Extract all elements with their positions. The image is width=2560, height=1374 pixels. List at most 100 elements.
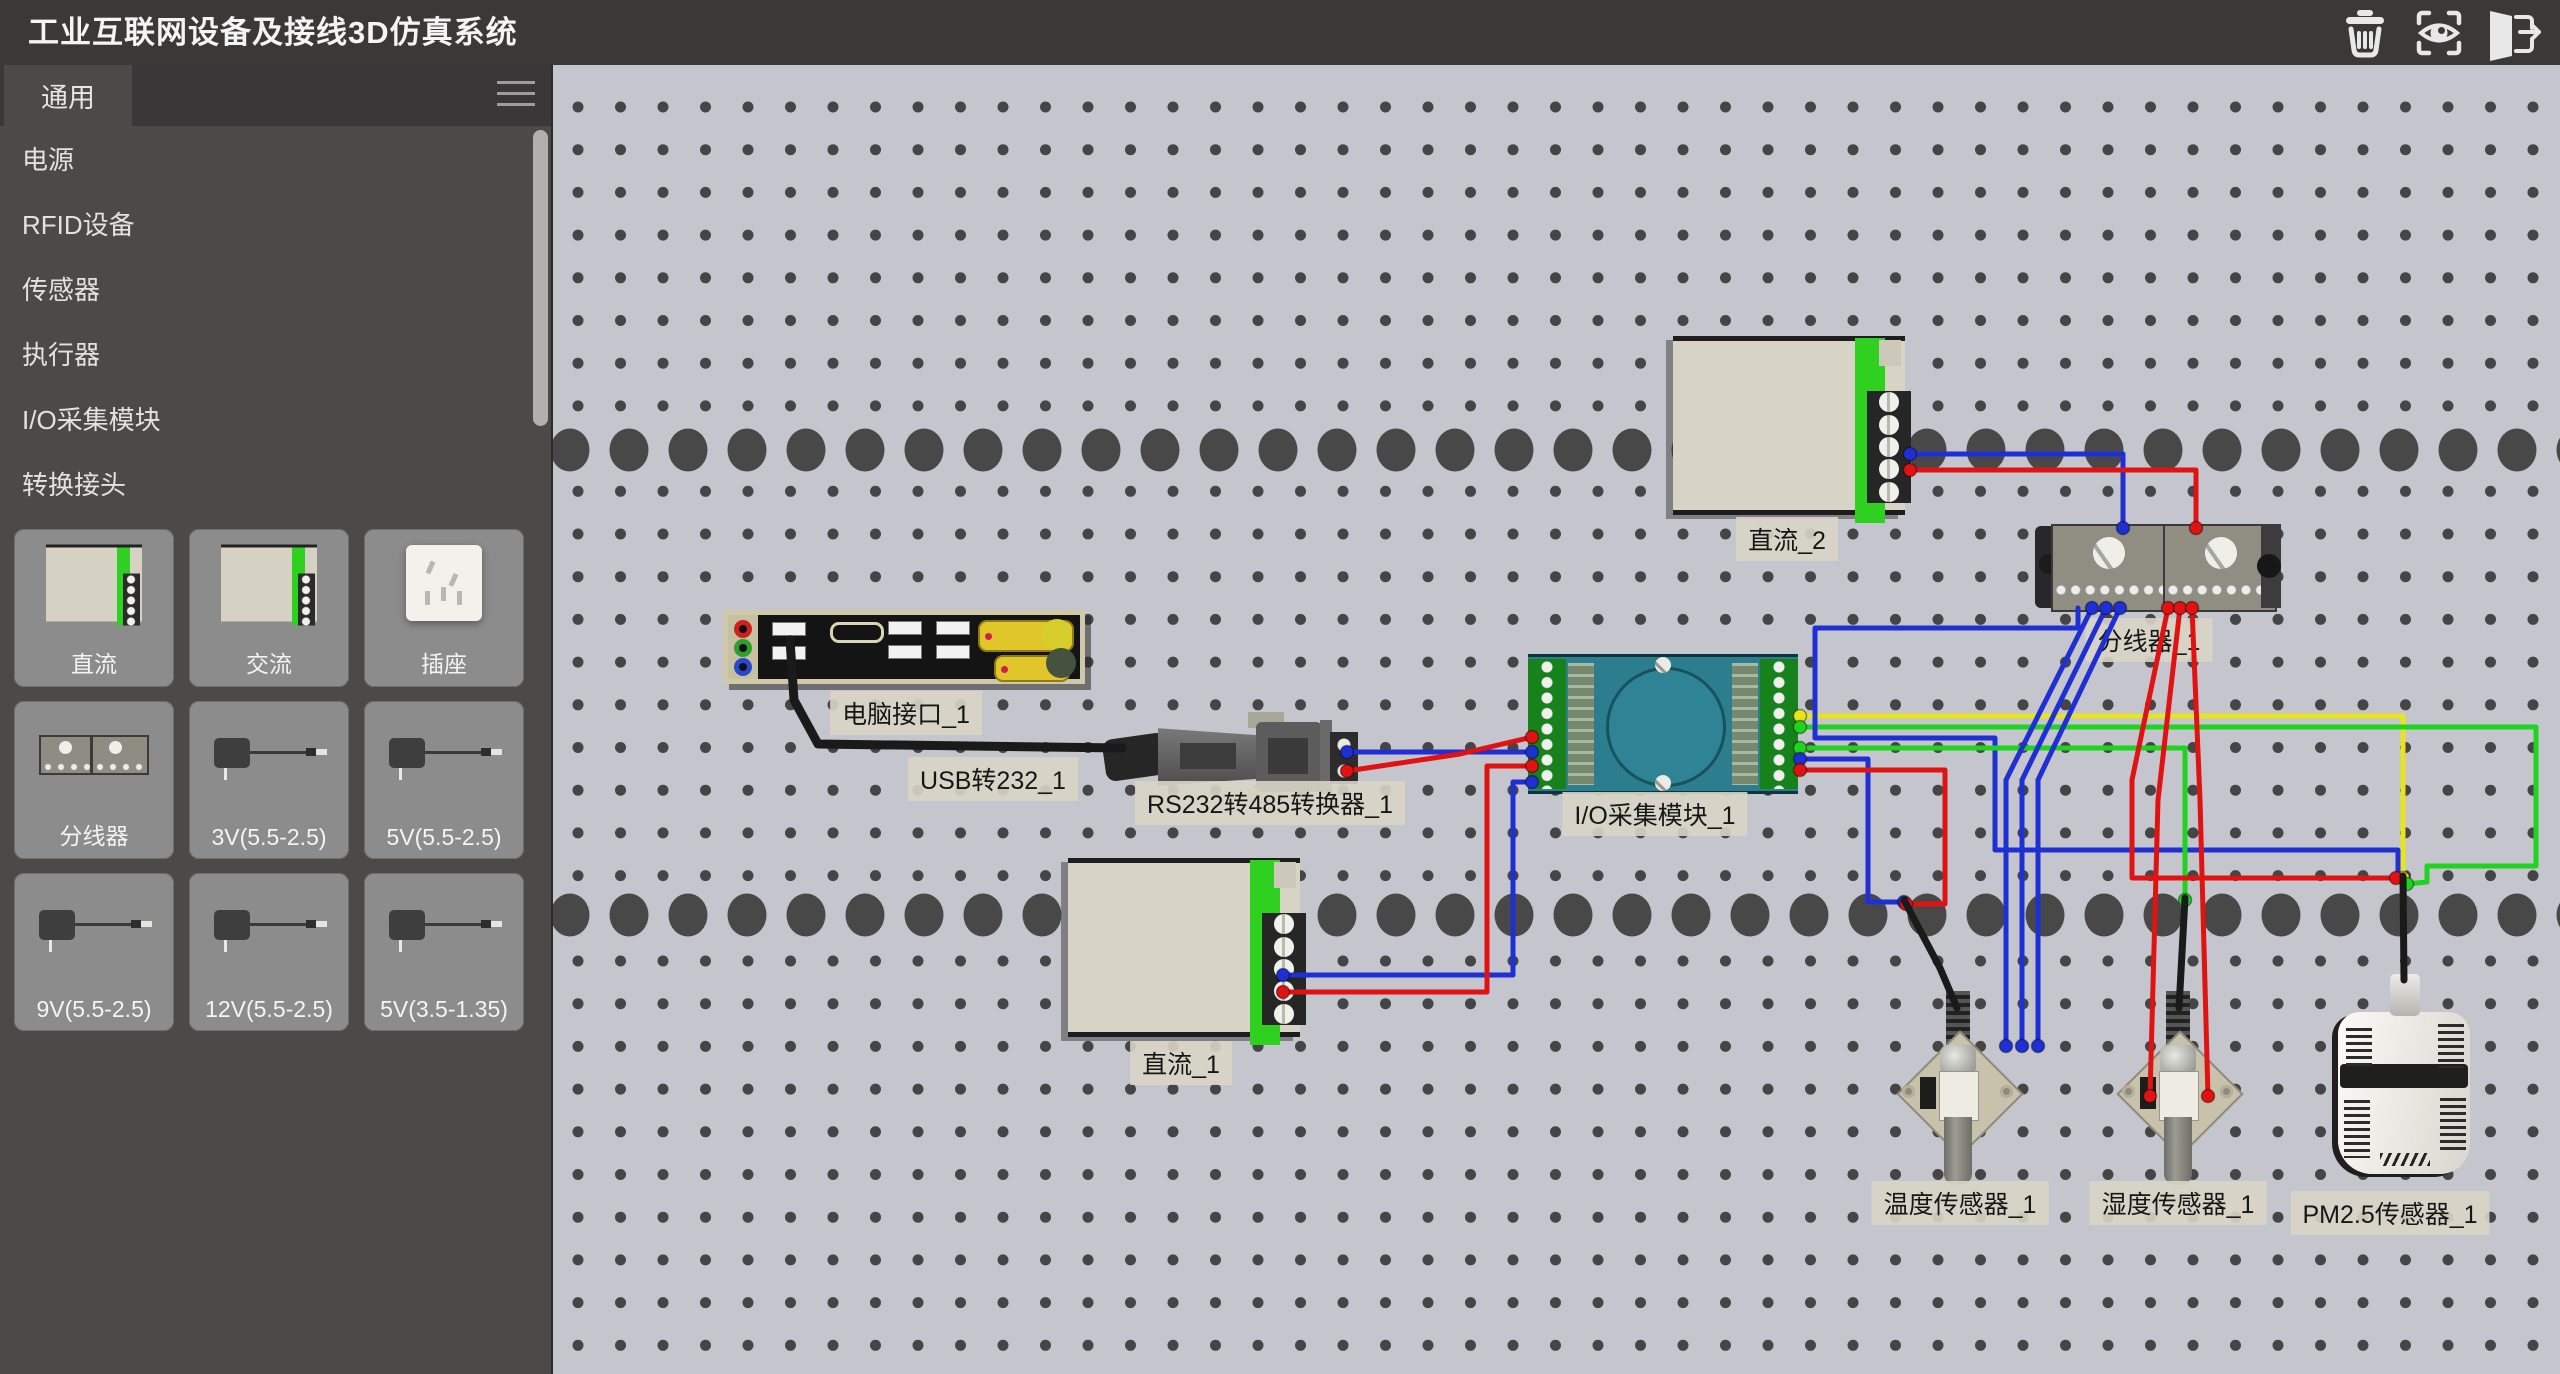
io-screw-bottom xyxy=(1655,775,1671,791)
sidebar-scrollbar-thumb[interactable] xyxy=(533,130,548,426)
device-label-pc-port: 电脑接口_1 xyxy=(830,691,982,735)
wire-black-21[interactable] xyxy=(2403,876,2404,980)
usb-port[interactable] xyxy=(888,645,922,659)
pm25-cable-nub xyxy=(2390,974,2420,1016)
sidebar-item-actuators[interactable]: 执行器 xyxy=(0,323,520,388)
device-temp-sensor-1[interactable] xyxy=(1898,985,2018,1195)
wire-red-5[interactable] xyxy=(1347,737,1532,771)
component-adapter-5v-small[interactable]: 5V(3.5-1.35) xyxy=(364,873,524,1031)
toolbar xyxy=(2334,6,2544,60)
category-menu: 电源RFID设备传感器执行器I/O采集模块转换接头 xyxy=(0,128,520,518)
pc-io-shield xyxy=(728,615,1080,679)
exit-icon xyxy=(2482,5,2544,61)
ps2-round-port xyxy=(1042,619,1072,649)
device-pc-port-1[interactable] xyxy=(723,610,1085,684)
pm25-vent xyxy=(2344,1100,2370,1158)
rs485-terminal-block[interactable] xyxy=(1330,732,1358,784)
trash-icon xyxy=(2337,5,2393,61)
wire-blue-13[interactable] xyxy=(2022,608,2106,1046)
splitter-icon xyxy=(39,735,149,775)
component-label: 交流 xyxy=(189,645,349,679)
io-module-disc xyxy=(1606,667,1726,787)
wire-green-7[interactable] xyxy=(1800,727,2536,884)
component-dc[interactable]: 直流 xyxy=(14,529,174,687)
audio-jack-red[interactable] xyxy=(734,620,752,638)
component-label: 3V(5.5-2.5) xyxy=(189,824,349,851)
splitter-right-cap xyxy=(2261,524,2281,608)
wire-blue-12[interactable] xyxy=(2006,608,2092,1046)
audio-jack-green[interactable] xyxy=(734,639,752,657)
component-label: 5V(5.5-2.5) xyxy=(364,824,524,851)
sidebar-item-io-modules[interactable]: I/O采集模块 xyxy=(0,388,520,453)
device-dc-power-1[interactable] xyxy=(1068,858,1300,1037)
reset-view-button[interactable] xyxy=(2408,6,2470,60)
dc-terminal-block[interactable] xyxy=(1262,913,1306,1025)
wire-yellow-6[interactable] xyxy=(1800,716,2403,878)
device-label-temp: 温度传感器_1 xyxy=(1872,1181,2049,1225)
device-dc-power-2[interactable] xyxy=(1673,336,1905,515)
ps2-slot xyxy=(830,622,884,643)
mount-hole xyxy=(2220,1085,2233,1098)
probe-shaft xyxy=(1944,1117,1972,1185)
adapter-icon xyxy=(381,726,507,784)
socket-icon xyxy=(406,545,482,621)
component-adapter-5v[interactable]: 5V(5.5-2.5) xyxy=(364,701,524,859)
probe-body xyxy=(1939,1071,1979,1121)
usb-port[interactable] xyxy=(936,645,970,659)
wire-blue-14[interactable] xyxy=(2038,608,2120,1046)
usb-port[interactable] xyxy=(936,621,970,635)
wire-green-9[interactable] xyxy=(1800,748,2185,900)
db9-hood[interactable] xyxy=(1158,727,1260,787)
io-terminal-strip-left[interactable] xyxy=(1528,659,1566,789)
sidebar-item-rfid-devices[interactable]: RFID设备 xyxy=(0,193,520,258)
audio-jack-blue[interactable] xyxy=(734,658,752,676)
view-reset-icon xyxy=(2411,5,2467,61)
sidebar-tabstrip: 通用 xyxy=(0,65,551,126)
wire-connector-dot xyxy=(2401,878,2414,891)
wire-connector-dot xyxy=(1898,896,1911,909)
usb-port[interactable] xyxy=(888,621,922,635)
sidebar-item-adapters[interactable]: 转换接头 xyxy=(0,453,520,518)
adapter-icon xyxy=(206,726,332,784)
device-label-splitter: 分线器_1 xyxy=(2086,618,2213,662)
device-splitter-1[interactable] xyxy=(2047,524,2273,608)
wire-connector-dot xyxy=(2397,872,2410,885)
wire-blue-10[interactable] xyxy=(1800,759,1904,902)
device-label-usb232: USB转232_1 xyxy=(908,757,1078,801)
component-label: 9V(5.5-2.5) xyxy=(14,996,174,1023)
splitter-block-left[interactable] xyxy=(2051,524,2165,612)
component-grid: 直流交流插座分线器 3V(5.5-2.5) 5V(5.5-2.5) 9V(5.5-2.… xyxy=(14,529,524,1031)
pm25-vent xyxy=(2440,1098,2466,1152)
io-terminal-strip-right[interactable] xyxy=(1760,659,1798,789)
adapter-icon xyxy=(206,898,332,956)
component-adapter-9v[interactable]: 9V(5.5-2.5) xyxy=(14,873,174,1031)
component-ac[interactable]: 交流 xyxy=(189,529,349,687)
component-adapter-3v[interactable]: 3V(5.5-2.5) xyxy=(189,701,349,859)
probe-body xyxy=(2159,1071,2199,1121)
device-humidity-sensor-1[interactable] xyxy=(2118,985,2238,1195)
device-io-module-1[interactable] xyxy=(1528,654,1798,794)
usb-port[interactable] xyxy=(772,622,806,636)
component-adapter-12v[interactable]: 12V(5.5-2.5) xyxy=(189,873,349,1031)
usb-port[interactable] xyxy=(772,646,806,660)
component-label: 5V(3.5-1.35) xyxy=(364,996,524,1023)
wire-blue-0[interactable] xyxy=(1910,454,2123,528)
component-splitter[interactable]: 分线器 xyxy=(14,701,174,859)
adapter-icon xyxy=(31,898,157,956)
menu-icon[interactable] xyxy=(497,81,535,111)
app-title: 工业互联网设备及接线3D仿真系统 xyxy=(28,0,518,65)
device-pm25-sensor-1[interactable] xyxy=(2338,1012,2470,1174)
exit-button[interactable] xyxy=(2482,6,2544,60)
component-socket[interactable]: 插座 xyxy=(364,529,524,687)
tab-general[interactable]: 通用 xyxy=(4,65,132,126)
mount-hole xyxy=(2000,1085,2013,1098)
wire-red-1[interactable] xyxy=(1910,470,2196,528)
io-label-strip-left xyxy=(1568,663,1594,785)
sidebar-item-power[interactable]: 电源 xyxy=(0,128,520,193)
wire-red-11[interactable] xyxy=(1800,770,1945,904)
delete-button[interactable] xyxy=(2334,6,2396,60)
probe-shaft xyxy=(2164,1117,2192,1185)
device-label-humidity: 湿度传感器_1 xyxy=(2090,1181,2267,1225)
dc-terminal-block[interactable] xyxy=(1867,391,1911,503)
sidebar-item-sensors[interactable]: 传感器 xyxy=(0,258,520,323)
